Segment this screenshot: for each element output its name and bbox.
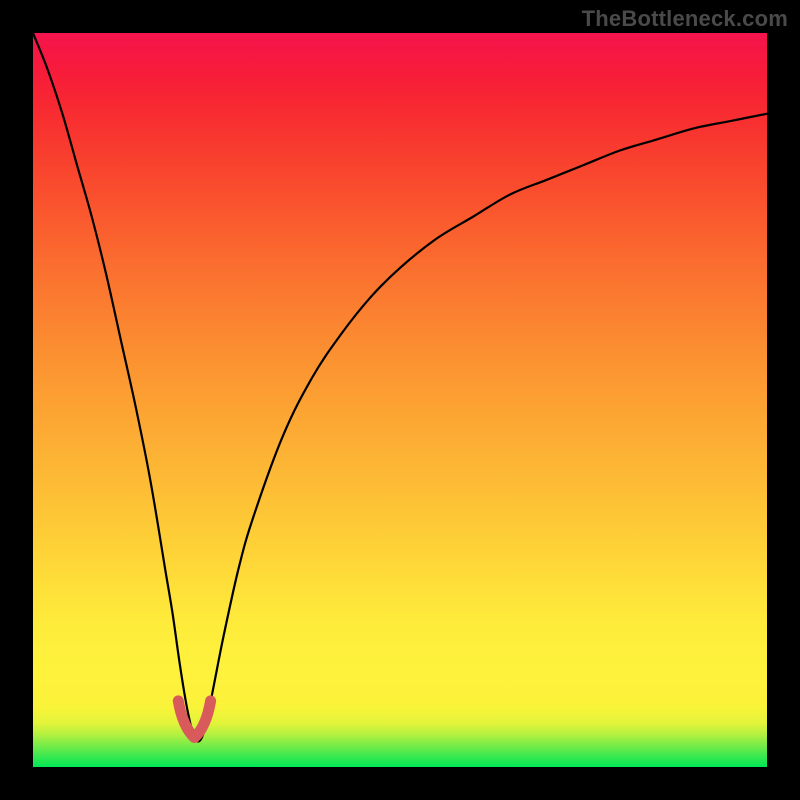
curve-svg xyxy=(33,33,767,767)
bottleneck-curve xyxy=(33,33,767,742)
minimum-marker-dot-right xyxy=(205,696,215,706)
plot-area xyxy=(33,33,767,767)
minimum-marker-dot-left xyxy=(173,696,183,706)
watermark-text: TheBottleneck.com xyxy=(582,6,788,32)
minimum-marker xyxy=(178,701,210,738)
chart-frame: TheBottleneck.com xyxy=(0,0,800,800)
